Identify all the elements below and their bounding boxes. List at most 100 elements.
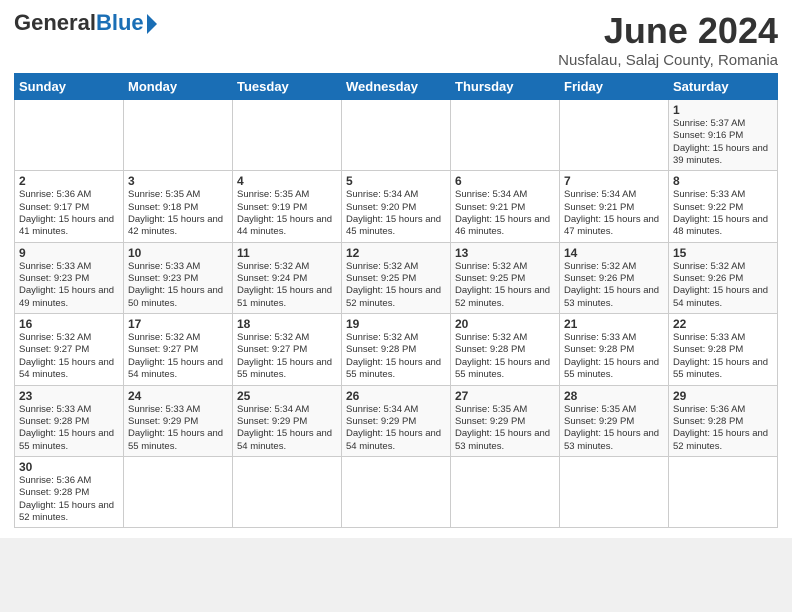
day-info: Sunrise: 5:35 AM Sunset: 9:29 PM Dayligh… xyxy=(564,404,664,453)
calendar-day-cell: 2Sunrise: 5:36 AM Sunset: 9:17 PM Daylig… xyxy=(15,171,124,242)
day-info: Sunrise: 5:34 AM Sunset: 9:29 PM Dayligh… xyxy=(346,404,446,453)
day-number: 3 xyxy=(128,174,228,188)
logo-blue: Blue xyxy=(96,10,144,36)
day-number: 12 xyxy=(346,246,446,260)
day-number: 18 xyxy=(237,317,337,331)
calendar-day-cell: 5Sunrise: 5:34 AM Sunset: 9:20 PM Daylig… xyxy=(342,171,451,242)
day-info: Sunrise: 5:36 AM Sunset: 9:28 PM Dayligh… xyxy=(19,475,119,524)
calendar-week-row: 1Sunrise: 5:37 AM Sunset: 9:16 PM Daylig… xyxy=(15,100,778,171)
day-number: 15 xyxy=(673,246,773,260)
day-info: Sunrise: 5:33 AM Sunset: 9:23 PM Dayligh… xyxy=(128,261,228,310)
calendar-day-cell: 1Sunrise: 5:37 AM Sunset: 9:16 PM Daylig… xyxy=(669,100,778,171)
day-number: 22 xyxy=(673,317,773,331)
calendar-day-cell: 9Sunrise: 5:33 AM Sunset: 9:23 PM Daylig… xyxy=(15,242,124,313)
day-number: 2 xyxy=(19,174,119,188)
day-number: 23 xyxy=(19,389,119,403)
calendar-day-cell xyxy=(15,100,124,171)
day-info: Sunrise: 5:33 AM Sunset: 9:23 PM Dayligh… xyxy=(19,261,119,310)
logo-triangle-icon xyxy=(147,14,157,34)
title-section: June 2024 Nusfalau, Salaj County, Romani… xyxy=(558,10,778,69)
calendar-day-cell xyxy=(560,456,669,527)
day-number: 8 xyxy=(673,174,773,188)
day-number: 7 xyxy=(564,174,664,188)
day-info: Sunrise: 5:34 AM Sunset: 9:29 PM Dayligh… xyxy=(237,404,337,453)
day-info: Sunrise: 5:33 AM Sunset: 9:28 PM Dayligh… xyxy=(564,332,664,381)
calendar-day-cell xyxy=(451,100,560,171)
calendar-header-tuesday: Tuesday xyxy=(233,74,342,100)
calendar-day-cell: 19Sunrise: 5:32 AM Sunset: 9:28 PM Dayli… xyxy=(342,314,451,385)
calendar-header-monday: Monday xyxy=(124,74,233,100)
calendar-day-cell: 20Sunrise: 5:32 AM Sunset: 9:28 PM Dayli… xyxy=(451,314,560,385)
day-number: 4 xyxy=(237,174,337,188)
calendar-day-cell xyxy=(124,456,233,527)
day-info: Sunrise: 5:32 AM Sunset: 9:26 PM Dayligh… xyxy=(673,261,773,310)
calendar-day-cell: 16Sunrise: 5:32 AM Sunset: 9:27 PM Dayli… xyxy=(15,314,124,385)
day-number: 13 xyxy=(455,246,555,260)
day-info: Sunrise: 5:34 AM Sunset: 9:20 PM Dayligh… xyxy=(346,189,446,238)
day-info: Sunrise: 5:32 AM Sunset: 9:28 PM Dayligh… xyxy=(455,332,555,381)
day-info: Sunrise: 5:35 AM Sunset: 9:18 PM Dayligh… xyxy=(128,189,228,238)
calendar-day-cell: 7Sunrise: 5:34 AM Sunset: 9:21 PM Daylig… xyxy=(560,171,669,242)
calendar-day-cell xyxy=(451,456,560,527)
day-info: Sunrise: 5:35 AM Sunset: 9:19 PM Dayligh… xyxy=(237,189,337,238)
day-info: Sunrise: 5:32 AM Sunset: 9:27 PM Dayligh… xyxy=(237,332,337,381)
calendar-day-cell xyxy=(233,456,342,527)
calendar-day-cell xyxy=(342,100,451,171)
calendar-body: 1Sunrise: 5:37 AM Sunset: 9:16 PM Daylig… xyxy=(15,100,778,528)
day-info: Sunrise: 5:34 AM Sunset: 9:21 PM Dayligh… xyxy=(455,189,555,238)
day-info: Sunrise: 5:33 AM Sunset: 9:22 PM Dayligh… xyxy=(673,189,773,238)
calendar-day-cell: 25Sunrise: 5:34 AM Sunset: 9:29 PM Dayli… xyxy=(233,385,342,456)
day-number: 1 xyxy=(673,103,773,117)
day-number: 16 xyxy=(19,317,119,331)
calendar-day-cell: 15Sunrise: 5:32 AM Sunset: 9:26 PM Dayli… xyxy=(669,242,778,313)
calendar-day-cell: 8Sunrise: 5:33 AM Sunset: 9:22 PM Daylig… xyxy=(669,171,778,242)
calendar-week-row: 23Sunrise: 5:33 AM Sunset: 9:28 PM Dayli… xyxy=(15,385,778,456)
day-info: Sunrise: 5:35 AM Sunset: 9:29 PM Dayligh… xyxy=(455,404,555,453)
calendar-day-cell: 11Sunrise: 5:32 AM Sunset: 9:24 PM Dayli… xyxy=(233,242,342,313)
calendar-day-cell: 29Sunrise: 5:36 AM Sunset: 9:28 PM Dayli… xyxy=(669,385,778,456)
calendar-day-cell: 3Sunrise: 5:35 AM Sunset: 9:18 PM Daylig… xyxy=(124,171,233,242)
day-number: 5 xyxy=(346,174,446,188)
day-info: Sunrise: 5:33 AM Sunset: 9:28 PM Dayligh… xyxy=(19,404,119,453)
calendar-header-row: SundayMondayTuesdayWednesdayThursdayFrid… xyxy=(15,74,778,100)
day-number: 25 xyxy=(237,389,337,403)
day-info: Sunrise: 5:32 AM Sunset: 9:27 PM Dayligh… xyxy=(19,332,119,381)
day-number: 19 xyxy=(346,317,446,331)
day-info: Sunrise: 5:36 AM Sunset: 9:28 PM Dayligh… xyxy=(673,404,773,453)
day-number: 28 xyxy=(564,389,664,403)
calendar-week-row: 2Sunrise: 5:36 AM Sunset: 9:17 PM Daylig… xyxy=(15,171,778,242)
day-number: 6 xyxy=(455,174,555,188)
main-title: June 2024 xyxy=(558,10,778,52)
day-info: Sunrise: 5:36 AM Sunset: 9:17 PM Dayligh… xyxy=(19,189,119,238)
calendar-day-cell xyxy=(124,100,233,171)
calendar-header-saturday: Saturday xyxy=(669,74,778,100)
day-number: 9 xyxy=(19,246,119,260)
day-info: Sunrise: 5:32 AM Sunset: 9:25 PM Dayligh… xyxy=(455,261,555,310)
day-info: Sunrise: 5:32 AM Sunset: 9:26 PM Dayligh… xyxy=(564,261,664,310)
day-number: 21 xyxy=(564,317,664,331)
day-info: Sunrise: 5:32 AM Sunset: 9:24 PM Dayligh… xyxy=(237,261,337,310)
calendar-day-cell xyxy=(669,456,778,527)
calendar-day-cell: 22Sunrise: 5:33 AM Sunset: 9:28 PM Dayli… xyxy=(669,314,778,385)
day-number: 10 xyxy=(128,246,228,260)
calendar-day-cell: 14Sunrise: 5:32 AM Sunset: 9:26 PM Dayli… xyxy=(560,242,669,313)
calendar-day-cell: 21Sunrise: 5:33 AM Sunset: 9:28 PM Dayli… xyxy=(560,314,669,385)
page: General Blue June 2024 Nusfalau, Salaj C… xyxy=(0,0,792,538)
day-info: Sunrise: 5:34 AM Sunset: 9:21 PM Dayligh… xyxy=(564,189,664,238)
day-number: 29 xyxy=(673,389,773,403)
calendar-week-row: 16Sunrise: 5:32 AM Sunset: 9:27 PM Dayli… xyxy=(15,314,778,385)
day-info: Sunrise: 5:33 AM Sunset: 9:28 PM Dayligh… xyxy=(673,332,773,381)
calendar-day-cell xyxy=(233,100,342,171)
day-info: Sunrise: 5:32 AM Sunset: 9:27 PM Dayligh… xyxy=(128,332,228,381)
calendar-day-cell: 18Sunrise: 5:32 AM Sunset: 9:27 PM Dayli… xyxy=(233,314,342,385)
day-number: 11 xyxy=(237,246,337,260)
calendar-day-cell: 26Sunrise: 5:34 AM Sunset: 9:29 PM Dayli… xyxy=(342,385,451,456)
day-number: 26 xyxy=(346,389,446,403)
calendar-day-cell: 30Sunrise: 5:36 AM Sunset: 9:28 PM Dayli… xyxy=(15,456,124,527)
calendar-header-sunday: Sunday xyxy=(15,74,124,100)
logo: General Blue xyxy=(14,10,157,36)
calendar: SundayMondayTuesdayWednesdayThursdayFrid… xyxy=(14,73,778,528)
calendar-header-wednesday: Wednesday xyxy=(342,74,451,100)
day-number: 27 xyxy=(455,389,555,403)
calendar-day-cell: 13Sunrise: 5:32 AM Sunset: 9:25 PM Dayli… xyxy=(451,242,560,313)
